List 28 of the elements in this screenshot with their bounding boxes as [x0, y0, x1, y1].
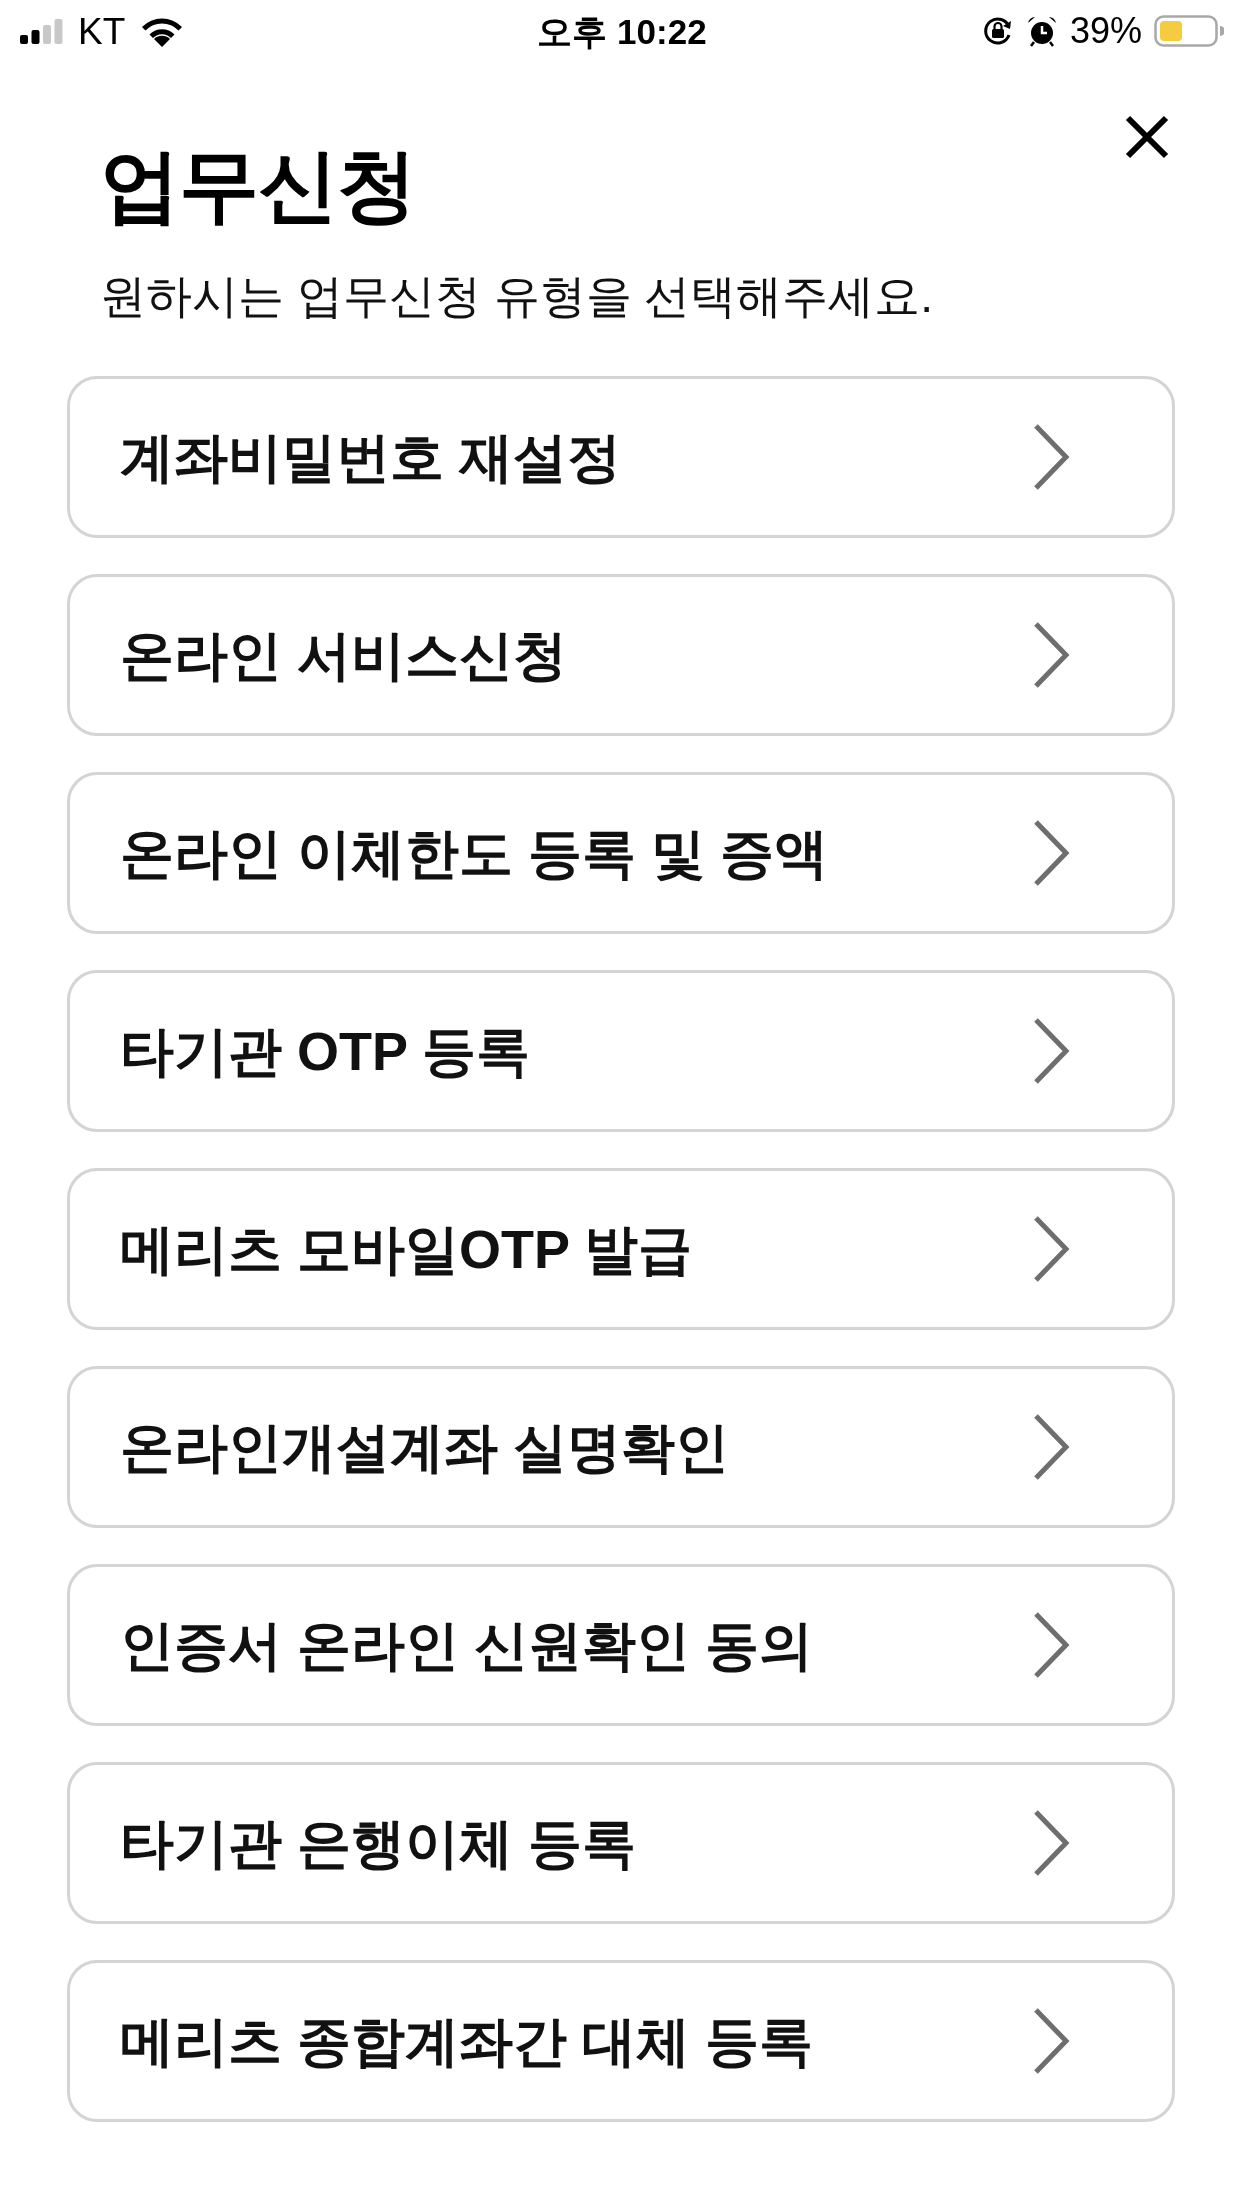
menu-item[interactable]: 메리츠 모바일OTP 발급: [67, 1168, 1175, 1330]
battery-icon: [1154, 15, 1224, 47]
signal-strength-icon: [20, 18, 64, 44]
page-subtitle: 원하시는 업무신청 유형을 선택해주세요.: [100, 269, 935, 324]
chevron-right-icon: [1032, 819, 1070, 887]
clock-time: 오후 10:22: [537, 13, 707, 49]
page-title: 업무신청: [100, 140, 416, 232]
battery-percentage: 39%: [1069, 13, 1142, 49]
chevron-right-icon: [1032, 1215, 1070, 1283]
chevron-right-icon: [1032, 1809, 1070, 1877]
menu-item[interactable]: 인증서 온라인 신원확인 동의: [67, 1564, 1175, 1726]
close-icon: [1125, 115, 1169, 159]
menu-item[interactable]: 계좌비밀번호 재설정: [67, 376, 1175, 538]
menu-item[interactable]: 온라인 이체한도 등록 및 증액: [67, 772, 1175, 934]
carrier-name: KT: [78, 12, 126, 50]
menu-item[interactable]: 타기관 OTP 등록: [67, 970, 1175, 1132]
menu-item[interactable]: 타기관 은행이체 등록: [67, 1762, 1175, 1924]
menu-item[interactable]: 메리츠 종합계좌간 대체 등록: [67, 1960, 1175, 2122]
chevron-right-icon: [1032, 423, 1070, 491]
rotation-lock-icon: [981, 15, 1014, 47]
chevron-right-icon: [1032, 1611, 1070, 1679]
alarm-clock-icon: [1025, 15, 1058, 47]
chevron-right-icon: [1032, 621, 1070, 689]
chevron-right-icon: [1032, 1017, 1070, 1085]
chevron-right-icon: [1032, 1413, 1070, 1481]
menu-item[interactable]: 온라인 서비스신청: [67, 574, 1175, 736]
chevron-right-icon: [1032, 2007, 1070, 2075]
menu-item[interactable]: 온라인개설계좌 실명확인: [67, 1366, 1175, 1528]
